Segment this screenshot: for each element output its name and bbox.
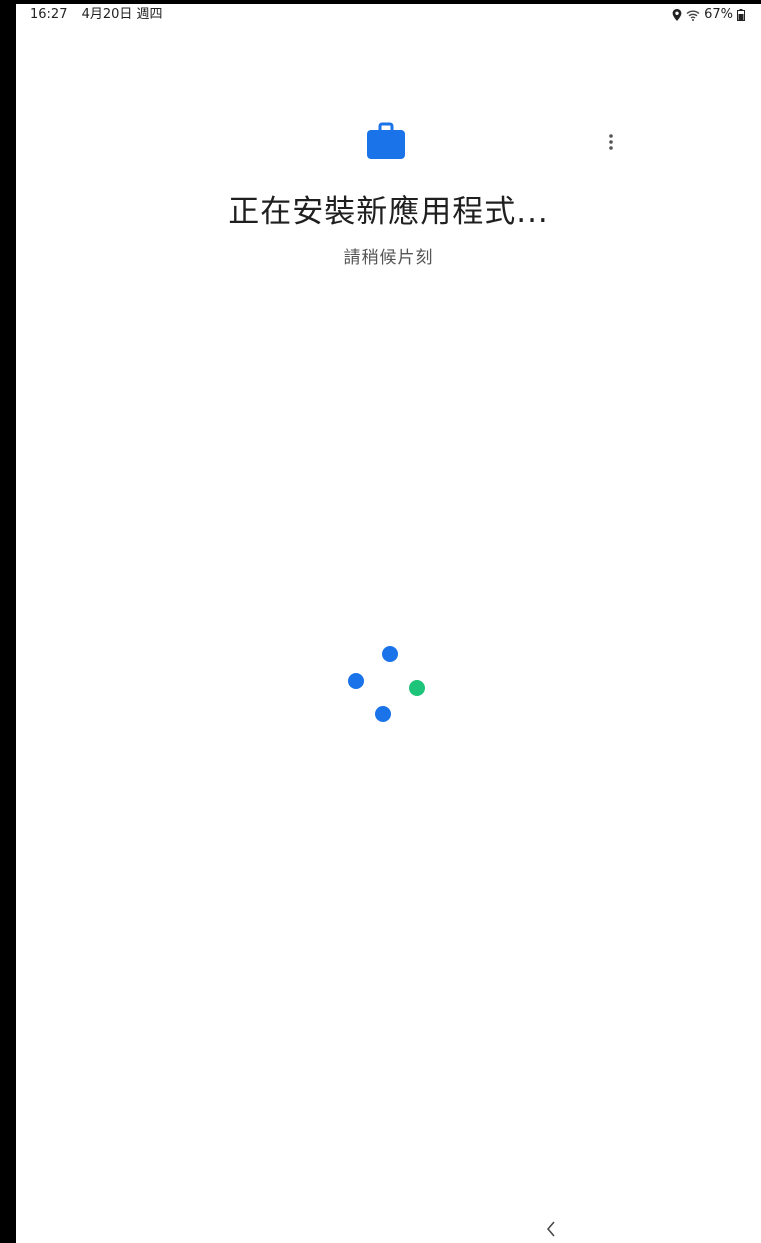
briefcase-icon <box>366 121 406 161</box>
device-screen: 16:27 4月20日 週四 67% 正在安裝新應用程式... 請稍候片刻 <box>16 4 761 1243</box>
spinner-dot <box>348 673 364 689</box>
more-vert-icon <box>609 134 613 150</box>
more-options-button[interactable] <box>598 128 624 156</box>
status-bar: 16:27 4月20日 週四 67% <box>16 4 761 26</box>
loading-spinner <box>346 636 436 736</box>
page-title: 正在安裝新應用程式... <box>228 194 549 230</box>
status-right: 67% <box>672 4 745 26</box>
navigation-bar <box>16 1214 761 1243</box>
spinner-dot <box>375 706 391 722</box>
chevron-left-icon <box>547 1221 555 1237</box>
battery-percent: 67% <box>704 7 733 22</box>
page-subtitle: 請稍候片刻 <box>343 248 434 268</box>
spinner-dot <box>409 680 425 696</box>
location-icon <box>672 9 682 21</box>
status-date: 4月20日 週四 <box>81 7 163 22</box>
wifi-icon <box>686 10 700 21</box>
status-time: 16:27 <box>30 7 68 22</box>
battery-icon <box>737 9 745 21</box>
status-left: 16:27 4月20日 週四 <box>30 4 173 26</box>
spinner-dot <box>382 646 398 662</box>
back-button[interactable] <box>536 1218 566 1240</box>
